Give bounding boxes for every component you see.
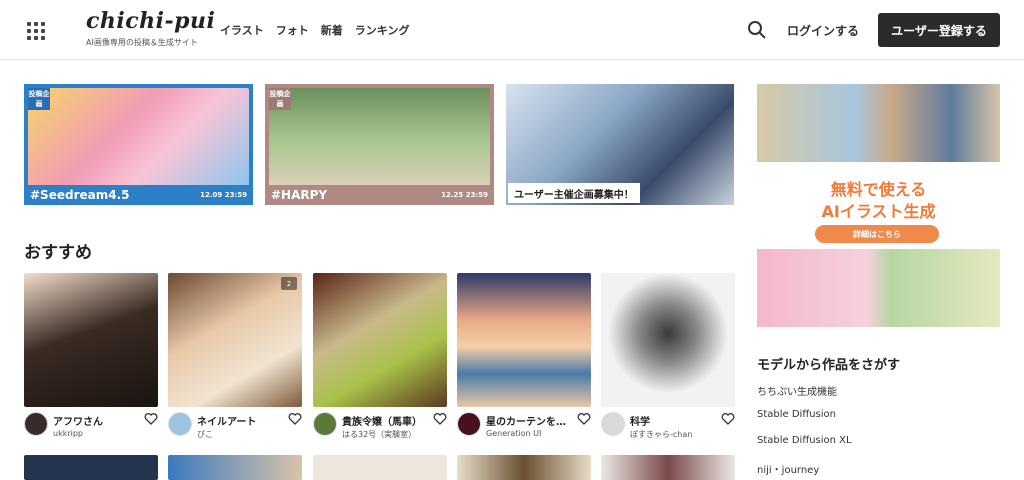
artwork-user[interactable]: ぴこ <box>197 429 213 440</box>
app-grid-icon[interactable] <box>27 22 45 40</box>
heart-icon[interactable] <box>433 412 447 426</box>
artwork-meta: 科学 ぽすきゃら-chan <box>601 412 735 442</box>
artwork-thumbnail[interactable] <box>457 273 591 407</box>
banner-footer: #Seedream4.5 12.09 23:59 <box>24 185 253 205</box>
banner-date: 12.25 23:59 <box>441 191 488 199</box>
artwork-card[interactable]: 2 ネイルアート ぴこ <box>168 273 302 439</box>
artwork-card[interactable]: 星のカーテンを… Generation UI <box>457 273 591 438</box>
nav-illust[interactable]: イラスト <box>220 22 264 38</box>
artwork-user[interactable]: はる32号（実験室） <box>342 429 416 440</box>
artwork-meta: 貴族令嬢（馬車） はる32号（実験室） <box>313 412 447 442</box>
artwork-thumbnail[interactable] <box>24 273 158 407</box>
ai-generation-promo[interactable]: 無料で使える AIイラスト生成 詳細はこちら <box>757 84 1000 327</box>
avatar[interactable] <box>457 412 481 436</box>
artwork-thumbnail[interactable] <box>601 273 735 407</box>
avatar[interactable] <box>601 412 625 436</box>
promo-heading: 無料で使える <box>830 180 927 199</box>
artwork-card[interactable]: 科学 ぽすきゃら-chan <box>601 273 735 439</box>
promo-subheading: AIイラスト生成 <box>821 202 936 221</box>
artwork-title[interactable]: 貴族令嬢（馬車） <box>342 413 422 428</box>
artwork-card[interactable]: 貴族令嬢（馬車） はる32号（実験室） <box>313 273 447 439</box>
banner-tag: 投稿企画 <box>28 88 50 110</box>
artwork-meta: 星のカーテンを… Generation UI <box>457 412 591 442</box>
model-link[interactable]: niji・journey <box>757 461 819 476</box>
login-link[interactable]: ログインする <box>787 22 859 39</box>
heart-icon[interactable] <box>721 412 735 426</box>
site-header: chichi-pui AI画像専用の投稿＆生成サイト イラスト フォト 新着 ラ… <box>0 0 1024 60</box>
artwork-user[interactable]: Generation UI <box>486 429 541 438</box>
promo-image <box>757 249 1000 327</box>
banner-harpy[interactable]: 投稿企画 #HARPY 12.25 23:59 <box>265 84 494 205</box>
artwork-thumbnail[interactable]: 2 <box>168 273 302 407</box>
main-nav: イラスト フォト 新着 ランキング <box>220 22 409 38</box>
artwork-thumbnail[interactable] <box>24 455 158 480</box>
banner-name: #Seedream4.5 <box>30 188 130 202</box>
site-tagline: AI画像専用の投稿＆生成サイト <box>86 38 198 47</box>
heart-icon[interactable] <box>288 412 302 426</box>
banner-seedream[interactable]: 投稿企画 #Seedream4.5 12.09 23:59 <box>24 84 253 205</box>
artwork-thumbnail[interactable] <box>601 455 735 480</box>
register-button[interactable]: ユーザー登録する <box>878 13 1000 47</box>
artwork-title[interactable]: ネイルアート <box>197 413 256 428</box>
artwork-card[interactable]: アフワさん ukkripp <box>24 273 158 438</box>
avatar[interactable] <box>313 412 337 436</box>
promo-image <box>757 84 1000 162</box>
avatar[interactable] <box>168 412 192 436</box>
search-icon[interactable] <box>747 20 767 40</box>
artwork-thumbnail[interactable] <box>313 273 447 407</box>
banner-user-events[interactable]: ユーザー主催企画募集中！ <box>506 84 734 205</box>
artwork-meta: アフワさん ukkripp <box>24 412 158 442</box>
model-link[interactable]: ちちぷい生成機能 <box>757 383 837 398</box>
avatar[interactable] <box>24 412 48 436</box>
model-link[interactable]: Stable Diffusion XL <box>757 435 852 446</box>
artwork-thumbnail[interactable] <box>457 455 591 480</box>
artwork-user[interactable]: ぽすきゃら-chan <box>630 429 692 440</box>
artwork-meta: ネイルアート ぴこ <box>168 412 302 442</box>
promo-details-button[interactable]: 詳細はこちら <box>815 225 939 243</box>
banner-label: ユーザー主催企画募集中！ <box>508 183 640 203</box>
multi-image-badge: 2 <box>281 277 297 290</box>
artwork-user[interactable]: ukkripp <box>53 429 83 438</box>
banner-tag: 投稿企画 <box>269 88 291 110</box>
nav-new[interactable]: 新着 <box>321 22 343 38</box>
section-title-recommended: おすすめ <box>24 243 92 263</box>
site-logo[interactable]: chichi-pui <box>86 8 215 34</box>
artwork-title[interactable]: アフワさん <box>53 413 103 428</box>
banner-name: #HARPY <box>271 188 328 202</box>
banner-date: 12.09 23:59 <box>200 191 247 199</box>
heart-icon[interactable] <box>144 412 158 426</box>
artwork-thumbnail[interactable] <box>313 455 447 480</box>
artwork-title[interactable]: 科学 <box>630 413 650 428</box>
artwork-thumbnail[interactable] <box>168 455 302 480</box>
nav-photo[interactable]: フォト <box>276 22 309 38</box>
models-heading: モデルから作品をさがす <box>757 358 901 373</box>
banner-footer: #HARPY 12.25 23:59 <box>265 185 494 205</box>
model-link[interactable]: Stable Diffusion <box>757 409 836 420</box>
artwork-title[interactable]: 星のカーテンを… <box>486 413 566 428</box>
heart-icon[interactable] <box>577 412 591 426</box>
nav-ranking[interactable]: ランキング <box>355 22 410 38</box>
